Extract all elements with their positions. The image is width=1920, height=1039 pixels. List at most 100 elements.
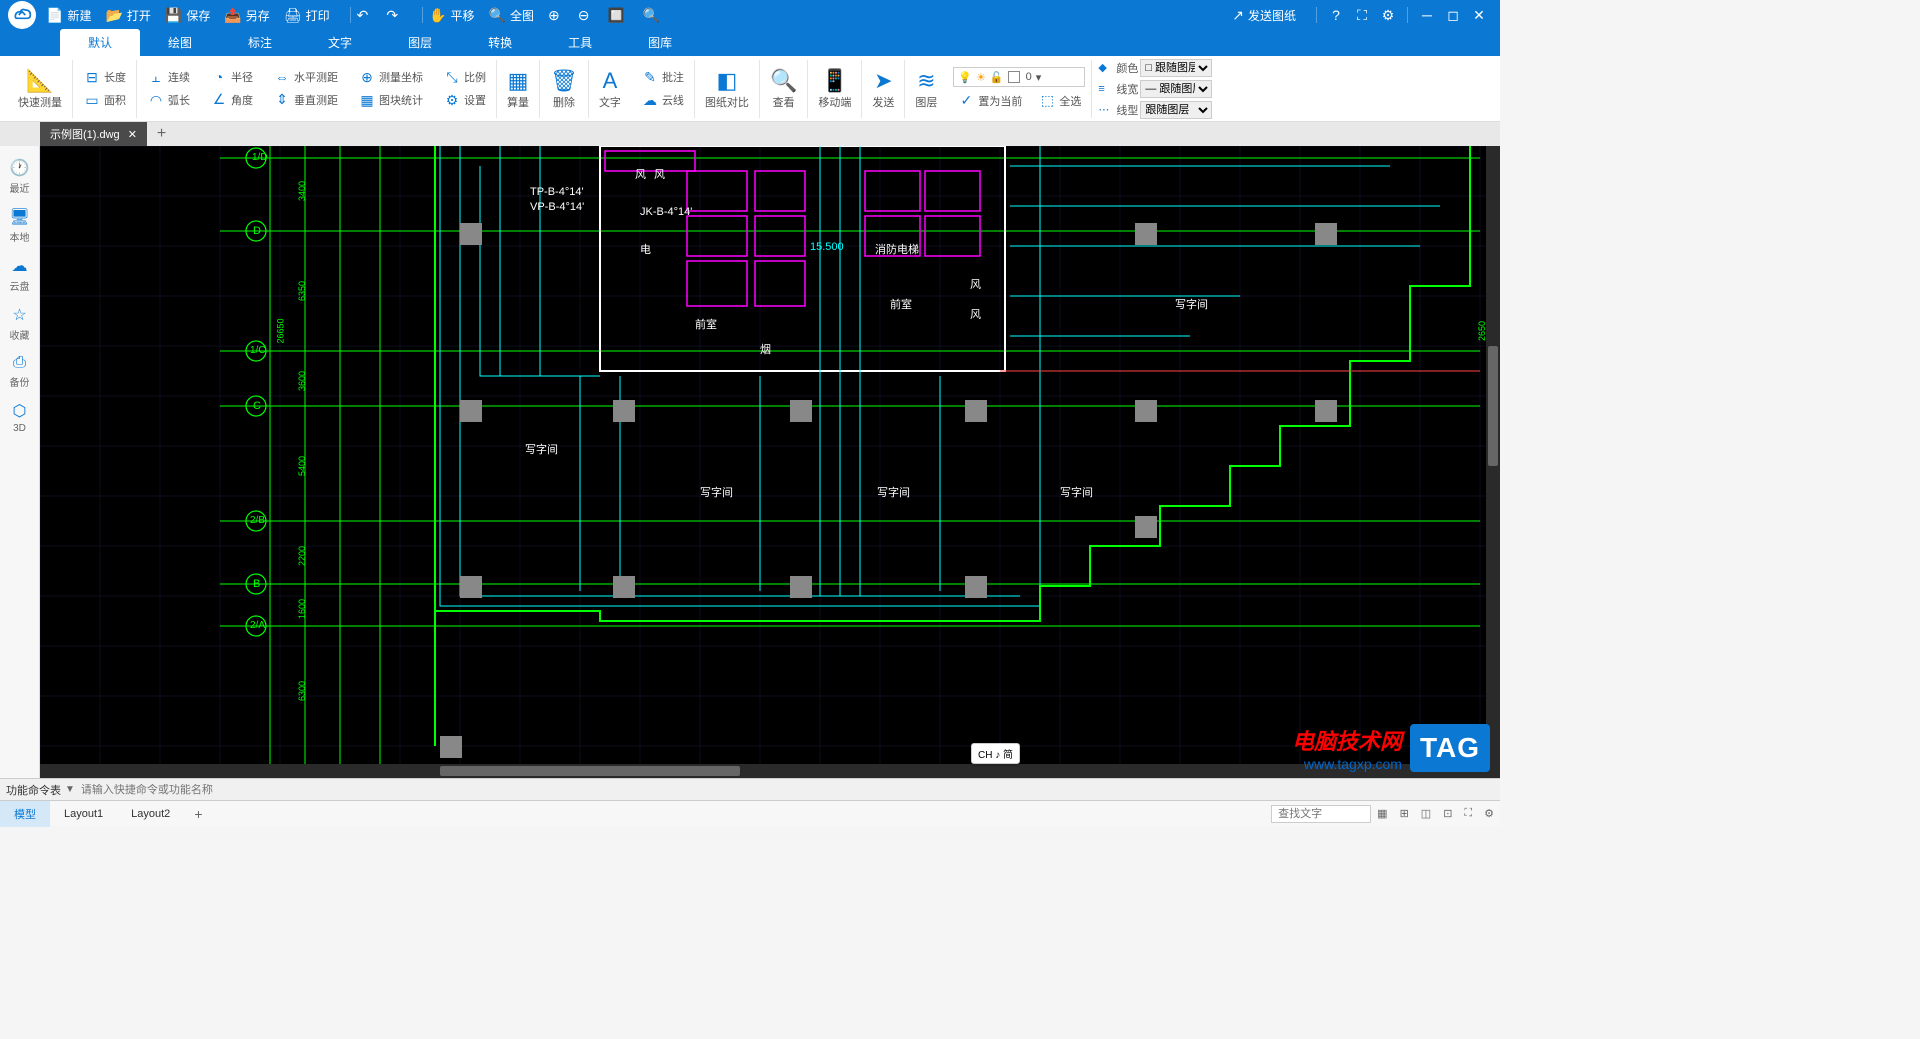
angle-button[interactable]: ∠角度: [206, 90, 257, 109]
open-button[interactable]: 📂打开: [105, 7, 150, 24]
star-icon: ☆: [2, 305, 38, 325]
compare-button[interactable]: ◧图纸对比: [701, 66, 753, 112]
tab-text[interactable]: 文字: [300, 29, 380, 56]
view-button[interactable]: 🔍查看: [766, 66, 801, 112]
settings-ribbon-button[interactable]: ⚙设置: [439, 91, 490, 110]
tab-layer[interactable]: 图层: [380, 29, 460, 56]
minimize-button[interactable]: ─: [1414, 7, 1440, 23]
settings-button[interactable]: ⚙: [1375, 7, 1401, 24]
sidebar-backup[interactable]: ⎙备份: [2, 348, 38, 395]
zoom-in-icon: ⊕: [548, 7, 560, 24]
print-button[interactable]: 🖨打印: [284, 7, 330, 24]
status-btn-2[interactable]: ⊞: [1394, 807, 1415, 820]
new-button[interactable]: 📄新建: [46, 7, 91, 24]
horizontal-scrollbar[interactable]: [40, 764, 1486, 778]
maximize-button[interactable]: ◻: [1440, 7, 1466, 24]
tab-library[interactable]: 图库: [620, 29, 700, 56]
coord-button[interactable]: ⊕测量坐标: [354, 68, 427, 87]
saveas-button[interactable]: 📤另存: [224, 7, 269, 24]
cad-drawing: [40, 146, 1500, 778]
sidebar-cloud[interactable]: ☁云盘: [2, 250, 38, 299]
tab-tools[interactable]: 工具: [540, 29, 620, 56]
sidebar-favorite[interactable]: ☆收藏: [2, 299, 38, 348]
vdist-button[interactable]: ⇕垂直测距: [269, 90, 342, 109]
find-text-input[interactable]: [1271, 805, 1371, 823]
sidebar-local[interactable]: 🖥本地: [2, 201, 38, 250]
length-button[interactable]: ⊟长度: [79, 68, 130, 87]
annotate-button[interactable]: ✎批注: [637, 68, 688, 87]
radius-button[interactable]: ◔半径: [206, 68, 257, 86]
arc-button[interactable]: ◠弧长: [143, 91, 194, 110]
bottom-bar: 模型 Layout1 Layout2 + ▦ ⊞ ◫ ⊡ ⛶ ⚙: [0, 800, 1500, 826]
annotate-icon: ✎: [641, 69, 659, 86]
blockstat-button[interactable]: ▦图块统计: [354, 91, 427, 110]
vertical-scrollbar[interactable]: [1486, 146, 1500, 778]
hdist-icon: ⇔: [273, 69, 291, 85]
layout-tab-2[interactable]: Layout2: [117, 803, 184, 825]
layout-tab-model[interactable]: 模型: [0, 801, 50, 827]
pan-button[interactable]: ✋平移: [429, 7, 474, 24]
status-btn-5[interactable]: ⛶: [1458, 807, 1478, 820]
send-drawing-button[interactable]: ↗发送图纸: [1232, 7, 1296, 24]
zoom-fit-button[interactable]: 🔍全图: [489, 7, 534, 24]
cloud-button[interactable]: ☁云线: [637, 91, 688, 110]
tab-default[interactable]: 默认: [60, 29, 140, 56]
drawing-canvas[interactable]: TP-B-4°14' VP-B-4°14' JK-B-4°14' 电 消防电梯 …: [40, 146, 1500, 778]
tab-convert[interactable]: 转换: [460, 29, 540, 56]
scale-icon: ⤡: [443, 69, 461, 86]
command-input[interactable]: [81, 784, 1494, 796]
zoom-window-icon: 🔲: [607, 7, 624, 24]
close-tab-icon[interactable]: ✕: [128, 128, 137, 141]
save-button[interactable]: 💾保存: [165, 7, 210, 24]
compare-icon: ◧: [717, 68, 738, 94]
mobile-button[interactable]: 📱移动端: [814, 66, 855, 112]
text-icon: A: [603, 68, 618, 94]
undo-button[interactable]: ↶: [357, 7, 373, 24]
selectall-button[interactable]: ⬚全选: [1034, 91, 1085, 110]
scale-button[interactable]: ⤡比例: [439, 68, 490, 87]
status-btn-1[interactable]: ▦: [1371, 807, 1393, 820]
calc-button[interactable]: ▦算量: [503, 66, 533, 112]
area-button[interactable]: ▭面积: [79, 91, 130, 110]
layout-tab-1[interactable]: Layout1: [50, 803, 117, 825]
sidebar-3d[interactable]: ⬡3D: [2, 395, 38, 440]
tab-draw[interactable]: 绘图: [140, 29, 220, 56]
mobile-icon: 📱: [821, 68, 848, 94]
status-btn-6[interactable]: ⚙: [1478, 807, 1500, 820]
redo-button[interactable]: ↷: [386, 7, 402, 24]
zoom-in-button[interactable]: ⊕: [548, 7, 564, 24]
color-select[interactable]: □ 跟随图层: [1140, 59, 1212, 77]
zoom-prev-button[interactable]: 🔍: [643, 7, 664, 24]
layer-button[interactable]: ≋图层: [911, 66, 941, 112]
help-button[interactable]: ?: [1323, 7, 1349, 23]
hdist-button[interactable]: ⇔水平测距: [269, 68, 342, 86]
status-btn-3[interactable]: ◫: [1415, 807, 1437, 820]
chevron-down-icon[interactable]: ▼: [65, 784, 75, 795]
arc-icon: ◠: [147, 92, 165, 109]
vdist-icon: ⇕: [273, 91, 291, 108]
add-tab-button[interactable]: +: [147, 125, 176, 143]
text-button[interactable]: A文字: [595, 66, 625, 112]
help-icon: ?: [1332, 7, 1340, 23]
zoom-window-button[interactable]: 🔲: [607, 7, 628, 24]
setcurrent-button[interactable]: ✓置为当前: [953, 91, 1026, 110]
sidebar-recent[interactable]: 🕐最近: [2, 152, 38, 201]
tab-annotate[interactable]: 标注: [220, 29, 300, 56]
quick-measure-button[interactable]: 📐快速测量: [14, 66, 66, 112]
ribbon: 📐快速测量 ⊟长度 ▭面积 ⫠连续 ◠弧长 ◔半径 ∠角度 ⇔水平测距 ⇕垂直测…: [0, 56, 1500, 122]
fullscreen-button[interactable]: ⛶: [1349, 7, 1375, 24]
file-tab[interactable]: 示例图(1).dwg ✕: [40, 122, 147, 146]
send-button[interactable]: ➤发送: [868, 66, 898, 112]
zoom-out-button[interactable]: ⊖: [578, 7, 594, 24]
blockstat-icon: ▦: [358, 92, 376, 109]
add-layout-button[interactable]: +: [184, 806, 212, 822]
chevron-down-icon: ▾: [1036, 71, 1042, 84]
delete-button[interactable]: 🗑删除: [546, 66, 582, 112]
linewidth-select[interactable]: — 跟随图层: [1140, 80, 1212, 98]
close-button[interactable]: ✕: [1466, 7, 1492, 24]
status-btn-4[interactable]: ⊡: [1437, 807, 1458, 820]
linetype-select[interactable]: 跟随图层: [1140, 101, 1212, 119]
continuous-button[interactable]: ⫠连续: [143, 68, 194, 87]
layer-selector[interactable]: 💡 ☀ 🔓 0 ▾: [953, 67, 1085, 87]
expand-icon: ⛶: [1357, 7, 1367, 23]
